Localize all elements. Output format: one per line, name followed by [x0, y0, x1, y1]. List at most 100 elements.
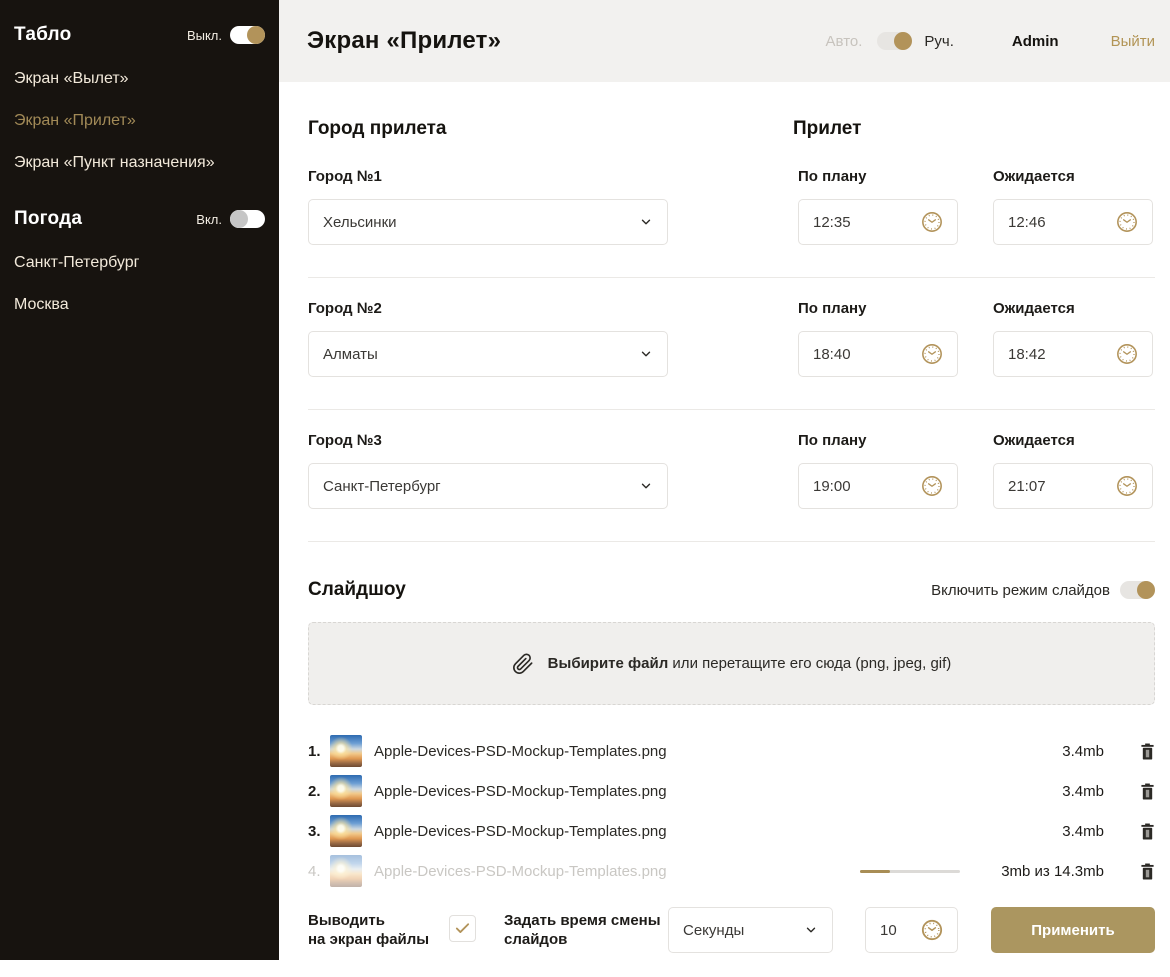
file-size: 3.4mb [984, 783, 1104, 800]
city-3-value: Санкт-Петербург [323, 478, 639, 495]
city-3-label: Город №3 [308, 432, 668, 449]
paperclip-icon [512, 653, 534, 675]
top-bar: Экран «Прилет» Авто. Руч. Admin Выйти [279, 0, 1170, 82]
clock-icon [921, 343, 943, 365]
toggle-knob [894, 32, 912, 50]
expected-1-input[interactable]: 12:46 [993, 199, 1153, 245]
clock-icon [1116, 343, 1138, 365]
clock-icon [921, 211, 943, 233]
chevron-down-icon [804, 923, 818, 937]
interval-value: 10 [880, 922, 921, 939]
file-name: Apple-Devices-PSD-Mockup-Templates.png [374, 783, 984, 800]
file-list: 1. Apple-Devices-PSD-Mockup-Templates.pn… [308, 731, 1155, 891]
sidebar-item-moscow[interactable]: Москва [14, 286, 265, 324]
planned-1-input[interactable]: 12:35 [798, 199, 958, 245]
expected-1-value: 12:46 [1008, 214, 1116, 231]
slide-interval-label: Задать время смены слайдов [504, 911, 661, 949]
planned-3-label: По плану [798, 432, 958, 449]
arrival-row-1: Город №1 Хельсинки По плану 12:35 Ожидае… [308, 168, 1155, 261]
trash-icon [1140, 743, 1155, 760]
expected-3-input[interactable]: 21:07 [993, 463, 1153, 509]
file-row-4-uploading: 4. Apple-Devices-PSD-Mockup-Templates.pn… [308, 851, 1155, 891]
interval-unit-select[interactable]: Секунды [668, 907, 833, 953]
expected-3-value: 21:07 [1008, 478, 1116, 495]
sidebar-item-spb[interactable]: Санкт-Петербург [14, 244, 265, 282]
delete-file-button[interactable] [1140, 783, 1155, 800]
upload-progress-fill [860, 870, 890, 873]
city-3-select[interactable]: Санкт-Петербург [308, 463, 668, 509]
city-1-select[interactable]: Хельсинки [308, 199, 668, 245]
user-name: Admin [1012, 33, 1059, 50]
clock-icon [1116, 475, 1138, 497]
apply-button[interactable]: Применить [991, 907, 1155, 953]
arrival-city-heading: Город прилета [308, 118, 447, 140]
dropzone-hint: или перетащите его сюда (png, jpeg, gif) [668, 655, 951, 672]
clock-icon [921, 475, 943, 497]
city-1-value: Хельсинки [323, 214, 639, 231]
arrival-heading: Прилет [793, 118, 861, 140]
display-files-checkbox[interactable] [449, 915, 476, 942]
file-row-3: 3. Apple-Devices-PSD-Mockup-Templates.pn… [308, 811, 1155, 851]
upload-progress-bar [860, 870, 960, 873]
delete-file-button[interactable] [1140, 743, 1155, 760]
delete-file-button[interactable] [1140, 863, 1155, 880]
tablo-toggle-state-label: Выкл. [187, 28, 222, 43]
file-number: 2. [308, 783, 330, 800]
slideshow-toggle[interactable] [1120, 581, 1155, 599]
expected-3-label: Ожидается [993, 432, 1153, 449]
checkmark-icon [454, 920, 471, 937]
main-content: Город прилета Прилет Город №1 Хельсинки … [279, 82, 1170, 960]
planned-2-label: По плану [798, 300, 958, 317]
expected-2-value: 18:42 [1008, 346, 1116, 363]
planned-1-value: 12:35 [813, 214, 921, 231]
file-row-1: 1. Apple-Devices-PSD-Mockup-Templates.pn… [308, 731, 1155, 771]
delete-file-button[interactable] [1140, 823, 1155, 840]
file-size: 3.4mb [984, 823, 1104, 840]
trash-icon [1140, 823, 1155, 840]
slideshow-heading: Слайдшоу [308, 579, 406, 601]
file-row-2: 2. Apple-Devices-PSD-Mockup-Templates.pn… [308, 771, 1155, 811]
planned-3-value: 19:00 [813, 478, 921, 495]
expected-2-input[interactable]: 18:42 [993, 331, 1153, 377]
mode-label-manual: Руч. [924, 33, 954, 50]
planned-2-value: 18:40 [813, 346, 921, 363]
row-divider [308, 277, 1155, 278]
slideshow-toggle-label: Включить режим слайдов [931, 582, 1110, 599]
arrival-row-3: Город №3 Санкт-Петербург По плану 19:00 … [308, 432, 1155, 525]
weather-toggle[interactable] [230, 210, 265, 228]
mode-toggle[interactable] [877, 32, 912, 50]
city-1-label: Город №1 [308, 168, 668, 185]
planned-3-input[interactable]: 19:00 [798, 463, 958, 509]
file-name: Apple-Devices-PSD-Mockup-Templates.png [374, 743, 984, 760]
city-2-select[interactable]: Алматы [308, 331, 668, 377]
planned-2-input[interactable]: 18:40 [798, 331, 958, 377]
row-divider [308, 409, 1155, 410]
file-name: Apple-Devices-PSD-Mockup-Templates.png [374, 823, 984, 840]
expected-2-label: Ожидается [993, 300, 1153, 317]
upload-progress-text: 3mb из 14.3mb [984, 863, 1104, 880]
file-thumbnail [330, 775, 362, 807]
tablo-toggle[interactable] [230, 26, 265, 44]
file-size: 3.4mb [984, 743, 1104, 760]
file-thumbnail [330, 735, 362, 767]
file-number: 3. [308, 823, 330, 840]
sidebar-section-weather: Погода Вкл. Санкт-Петербург Москва [14, 208, 265, 324]
sidebar-section-tablo: Табло Выкл. Экран «Вылет» Экран «Прилет»… [14, 24, 265, 182]
sidebar-item-screen-departure[interactable]: Экран «Вылет» [14, 60, 265, 98]
interval-value-input[interactable]: 10 [865, 907, 958, 953]
file-thumbnail [330, 855, 362, 887]
city-2-value: Алматы [323, 346, 639, 363]
expected-1-label: Ожидается [993, 168, 1153, 185]
toggle-knob [247, 26, 265, 44]
toggle-knob [230, 210, 248, 228]
logout-link[interactable]: Выйти [1111, 33, 1155, 50]
clock-icon [921, 919, 943, 941]
toggle-knob [1137, 581, 1155, 599]
file-dropzone[interactable]: Выбирите файл или перетащите его сюда (p… [308, 622, 1155, 705]
clock-icon [1116, 211, 1138, 233]
section-divider [308, 541, 1155, 542]
file-number: 4. [308, 863, 330, 880]
sidebar-item-screen-arrival[interactable]: Экран «Прилет» [14, 102, 265, 140]
slideshow-footer: Выводить на экран файлы Задать время сме… [308, 907, 1155, 977]
sidebar-item-screen-destination[interactable]: Экран «Пункт назначения» [14, 144, 265, 182]
